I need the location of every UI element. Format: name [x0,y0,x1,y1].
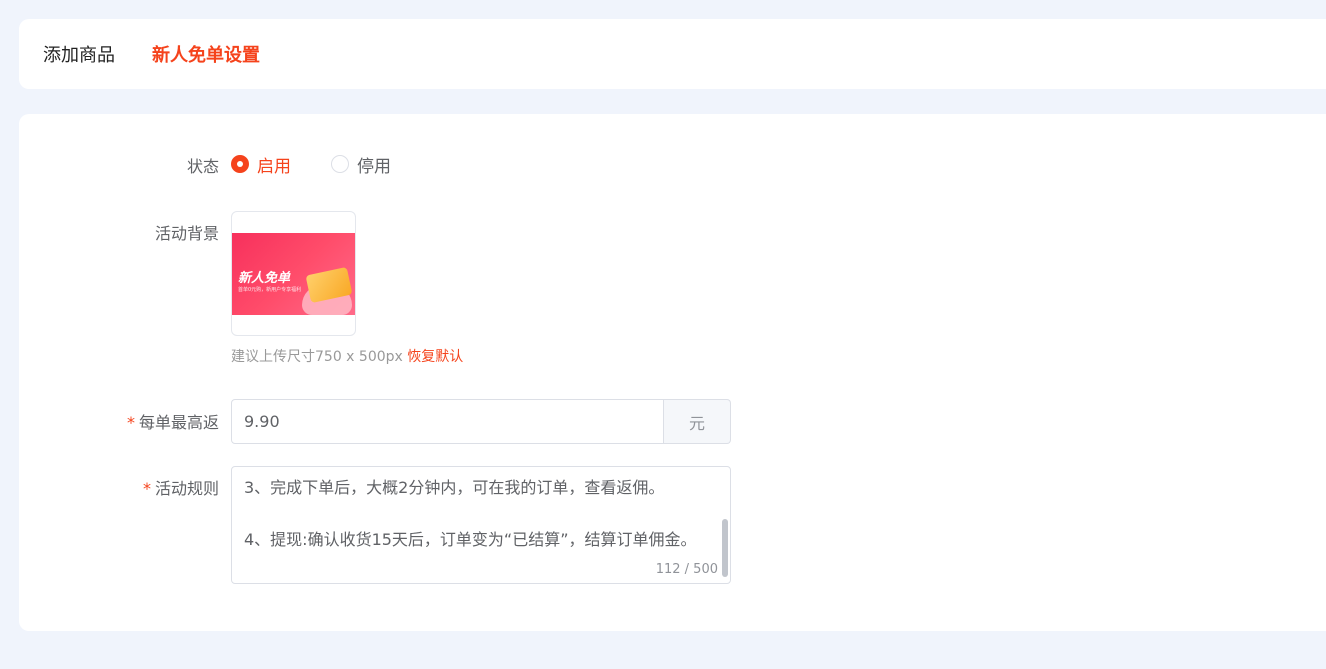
max-rebate-input[interactable]: 9.90 [231,399,664,444]
textarea-scrollbar[interactable] [722,519,728,577]
background-upload[interactable]: 新人免单 首单0元购，新用户专享福利 [231,211,356,336]
tab-new-user-free-order[interactable]: 新人免单设置 [152,41,260,67]
rules-label-text: 活动规则 [154,479,219,498]
radio-label-disable: 停用 [357,156,391,177]
status-radio-group: 启用 停用 [231,152,431,177]
radio-unchecked-icon [331,155,349,173]
upload-hint: 建议上传尺寸750 x 500px 恢复默认 [231,346,463,366]
tab-bar: 添加商品 新人免单设置 [19,19,1326,89]
background-label: 活动背景 [154,224,219,243]
upload-size-hint: 建议上传尺寸750 x 500px [231,349,403,365]
status-radio-enable[interactable]: 启用 [231,152,291,177]
rules-textarea[interactable]: 3、完成下单后，大概2分钟内，可在我的订单，查看返佣。 4、提现:确认收货15天… [231,466,731,584]
required-mark: * [142,479,151,498]
radio-label-enable: 启用 [257,156,291,177]
max-rebate-label-text: 每单最高返 [138,413,219,432]
radio-checked-icon [231,155,249,173]
character-count: 112 / 500 [655,562,718,577]
tab-add-product[interactable]: 添加商品 [43,41,115,67]
banner-subtitle: 首单0元购，新用户专享福利 [238,287,302,293]
settings-form: 状态 启用 停用 活动背景 新人免单 首单0元购，新用户专享福利 建议上传尺寸7… [19,114,1326,631]
required-mark: * [126,413,135,432]
currency-unit: 元 [664,399,731,444]
rules-label: * 活动规则 [19,475,219,499]
background-preview-image: 新人免单 首单0元购，新用户专享福利 [232,233,355,315]
max-rebate-label: * 每单最高返 [19,409,219,433]
max-rebate-input-group: 9.90 元 [231,399,731,444]
status-radio-disable[interactable]: 停用 [331,152,391,177]
banner-title: 新人免单 [238,271,291,286]
reset-default-link[interactable]: 恢复默认 [407,349,463,365]
status-label: 状态 [186,157,219,176]
rules-text: 3、完成下单后，大概2分钟内，可在我的订单，查看返佣。 4、提现:确认收货15天… [244,478,697,549]
